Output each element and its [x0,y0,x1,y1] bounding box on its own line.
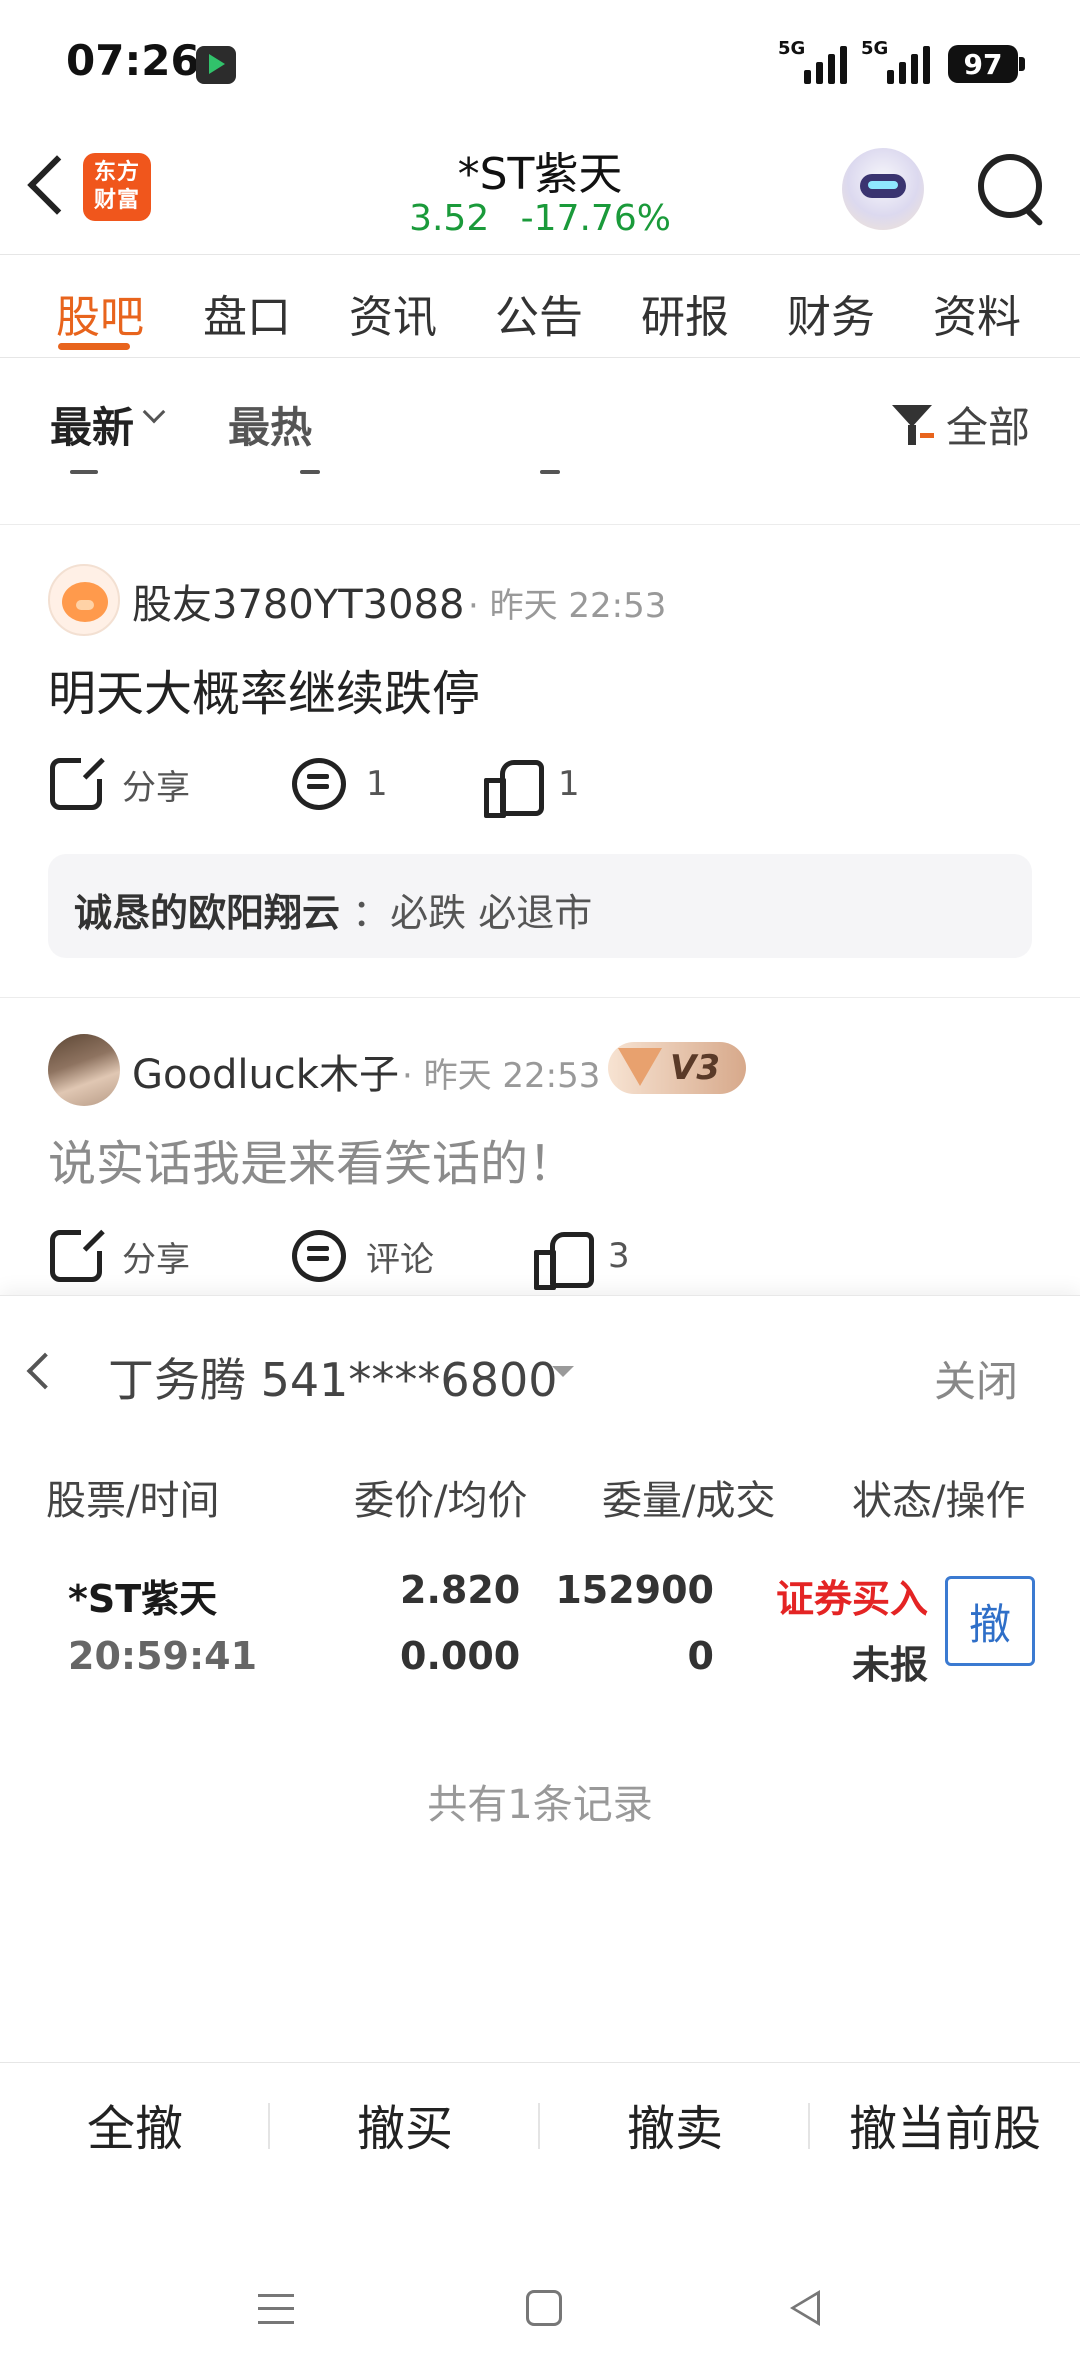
cancel-sells-button[interactable]: 撤卖 [540,2089,810,2159]
share-button[interactable]: 分享 [50,1225,190,1282]
chevron-down-icon[interactable] [142,400,166,424]
caret-down-icon[interactable] [552,1366,574,1377]
comment-icon [292,758,346,810]
previous-post-actions-clipped [0,470,1080,525]
share-button[interactable]: 分享 [50,753,190,810]
video-app-icon [196,46,236,84]
cancel-buys-button[interactable]: 撤买 [270,2089,540,2159]
status-bar: 07:26 5G 5G 97 [0,0,1080,120]
cancel-order-button[interactable]: 撤 [945,1576,1035,1666]
column-header-price: 委价/均价 [354,1478,528,1524]
tab-pankou[interactable]: 盘口 [203,281,291,345]
post-username[interactable]: 股友3780YT3088 [132,572,464,630]
close-button[interactable]: 关闭 [934,1348,1018,1409]
battery-icon: 97 [948,45,1025,83]
column-header-stock-time: 股票/时间 [46,1478,220,1524]
home-icon[interactable] [526,2290,562,2326]
post-content[interactable]: 明天大概率继续跌停 [48,654,480,724]
sort-latest[interactable]: 最新 [50,394,134,455]
back-triangle-icon[interactable] [790,2290,820,2326]
recent-apps-icon[interactable] [258,2294,294,2324]
filter-icon [891,403,934,447]
thumbs-up-icon [534,1230,594,1290]
tab-guba[interactable]: 股吧 [56,281,144,345]
tab-news[interactable]: 资讯 [349,281,437,345]
reply-author: 诚恳的欧阳翔云 [74,891,341,935]
order-avg-price: 0.000 [400,1634,521,1678]
share-label: 分享 [122,767,190,808]
like-button[interactable]: 3 [534,1230,630,1290]
price-line: 3.52 -17.76% [340,198,740,239]
order-time: 20:59:41 [68,1634,258,1678]
tab-announcements[interactable]: 公告 [495,281,583,345]
bulk-cancel-actions: 全撤 撤买 撤卖 撤当前股 [0,2063,1080,2187]
filter-button[interactable]: 全部 [891,394,1030,455]
thumbs-up-icon [484,758,544,818]
chevron-left-icon[interactable] [20,1346,60,1396]
post-time: · 昨天 22:53 [402,1056,601,1096]
column-header-quantity: 委量/成交 [602,1478,776,1524]
share-icon [50,753,107,810]
comment-button[interactable]: 1 [292,758,388,810]
active-tab-indicator [58,343,130,350]
search-icon[interactable] [972,150,1052,230]
vip-level-badge: V3 [608,1042,746,1094]
signal-5g-icon: 5G [861,38,930,84]
eastmoney-logo[interactable]: 东方财富 [83,153,151,221]
like-count: 3 [608,1236,630,1276]
order-filled: 0 [687,1634,714,1678]
account-selector[interactable]: 丁务腾 541****6800 [108,1344,558,1410]
avatar[interactable] [48,1034,120,1106]
stock-name: *ST紫天 [457,149,623,200]
assistant-robot-icon[interactable] [842,148,924,230]
post-item[interactable]: Goodluck木子 · 昨天 22:53 V3 说实话我是来看笑话的！ 分享 … [0,998,1080,1298]
order-panel: 丁务腾 541****6800 关闭 股票/时间 委价/均价 委量/成交 状态/… [0,1295,1080,2376]
like-button[interactable]: 1 [484,758,580,818]
stock-price: 3.52 [409,198,490,239]
system-nav-bar [0,2250,1080,2376]
share-label: 分享 [122,1239,190,1280]
price-change: -17.76% [520,198,671,239]
sort-bar: 最新 最热 全部 [0,358,1080,478]
post-content[interactable]: 说实话我是来看笑话的！ [48,1124,576,1194]
share-icon [50,1225,107,1282]
comment-count: 1 [366,764,388,804]
reply-text: ：必跌 必退市 [352,891,593,935]
like-count: 1 [558,764,580,804]
back-arrow-icon[interactable] [20,150,80,220]
order-stock-name: *ST紫天 [68,1577,218,1621]
cancel-all-button[interactable]: 全撤 [0,2089,270,2159]
comment-icon [292,1230,346,1282]
column-header-status: 状态/操作 [852,1478,1026,1524]
cancel-current-stock-button[interactable]: 撤当前股 [810,2089,1080,2159]
post-time: · 昨天 22:53 [468,586,667,626]
order-status: 未报 [851,1643,928,1687]
tab-profile[interactable]: 资料 [933,281,1021,345]
record-count: 共有1条记录 [427,1782,653,1828]
status-time: 07:26 [66,36,200,85]
comment-button[interactable]: 评论 [292,1230,434,1282]
order-type: 证券买入 [775,1577,928,1621]
tab-research[interactable]: 研报 [641,281,729,345]
sort-hot[interactable]: 最热 [228,394,312,455]
order-quantity: 152900 [555,1568,714,1612]
comment-label: 评论 [366,1239,434,1280]
filter-label: 全部 [945,403,1030,452]
status-indicators: 5G 5G 97 [778,38,1025,88]
stock-tabs: 股吧 盘口 资讯 公告 研报 财务 资料 [0,255,1080,358]
post-username[interactable]: Goodluck木子 [132,1042,399,1100]
order-price: 2.820 [400,1568,521,1612]
reply-preview[interactable]: 诚恳的欧阳翔云 ：必跌 必退市 [48,854,1032,958]
avatar[interactable] [48,564,120,636]
tab-finance[interactable]: 财务 [787,281,875,345]
post-item[interactable]: 股友3780YT3088 · 昨天 22:53 明天大概率继续跌停 分享 1 1… [0,526,1080,998]
stock-header: 东方财富 *ST紫天 3.52 -17.76% [0,120,1080,255]
signal-5g-icon: 5G [778,38,847,84]
